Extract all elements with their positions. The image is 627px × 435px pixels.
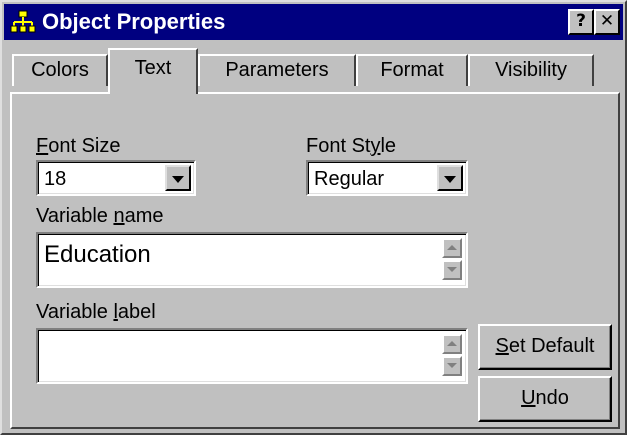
close-button[interactable]: ✕ xyxy=(594,9,620,35)
tab-text[interactable]: Text xyxy=(108,48,198,94)
text-tab-panel: Font Size 18 Font Style Regular Variable… xyxy=(10,92,620,429)
window-title: Object Properties xyxy=(42,9,226,34)
undo-button[interactable]: Undo xyxy=(478,376,612,422)
help-button[interactable]: ? xyxy=(568,9,594,35)
variable-name-field[interactable]: Education xyxy=(36,232,468,288)
font-size-combo[interactable]: 18 xyxy=(36,160,196,196)
title-bar[interactable]: Object Properties ? ✕ xyxy=(4,4,623,40)
font-style-label: Font Style xyxy=(306,135,397,157)
object-properties-dialog: Object Properties ? ✕ Colors Text Parame… xyxy=(0,0,627,435)
font-style-combo[interactable]: Regular xyxy=(306,160,468,196)
tab-visibility[interactable]: Visibility xyxy=(468,54,594,86)
variable-name-scroll-up-icon[interactable] xyxy=(442,238,462,258)
network-hierarchy-icon xyxy=(10,10,36,33)
variable-label-field[interactable] xyxy=(36,328,468,384)
font-size-value: 18 xyxy=(44,168,67,190)
variable-label-scroll-down-icon[interactable] xyxy=(442,356,462,376)
variable-name-value: Education xyxy=(44,241,151,268)
font-size-label: Font Size xyxy=(36,135,121,157)
font-size-dropdown-button[interactable] xyxy=(165,165,191,191)
variable-name-scroll-down-icon[interactable] xyxy=(442,260,462,280)
variable-label-scroll-up-icon[interactable] xyxy=(442,334,462,354)
tab-format[interactable]: Format xyxy=(356,54,468,86)
set-default-button[interactable]: Set Default xyxy=(478,324,612,370)
tab-strip: Colors Text Parameters Format Visibility xyxy=(2,46,627,96)
font-style-dropdown-button[interactable] xyxy=(437,165,463,191)
tab-parameters[interactable]: Parameters xyxy=(198,54,356,86)
font-style-value: Regular xyxy=(314,168,385,190)
variable-label-label: Variable label xyxy=(36,301,156,323)
variable-name-label: Variable name xyxy=(36,205,164,227)
tab-colors[interactable]: Colors xyxy=(12,54,108,86)
